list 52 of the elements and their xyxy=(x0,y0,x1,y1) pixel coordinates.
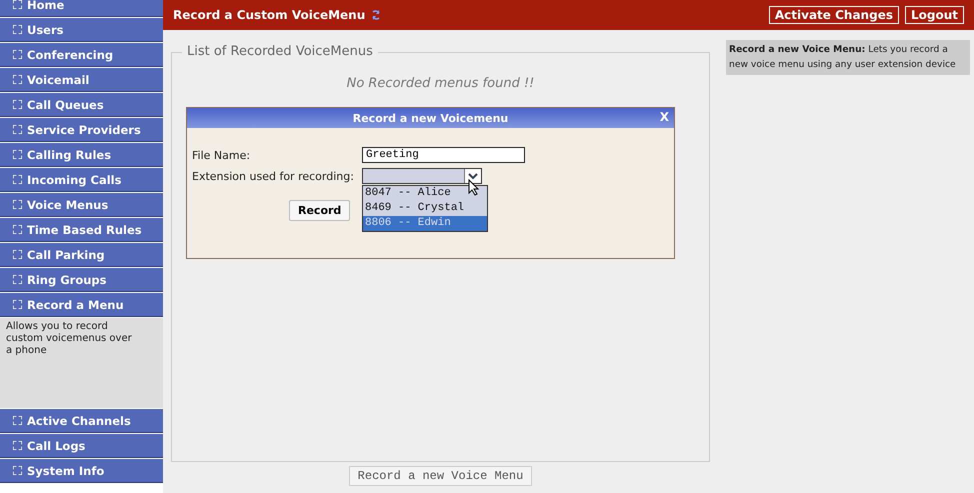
field-label: File Name: xyxy=(192,148,252,162)
bracket-icon xyxy=(13,225,22,234)
empty-message: No Recorded menus found !! xyxy=(346,76,536,91)
menu-description: Allows you to record custom voicemenus over a phone xyxy=(0,318,163,408)
dropdown-option[interactable]: 8047 -- Alice xyxy=(363,186,487,201)
sidebar-item[interactable]: Ring Groups xyxy=(0,268,163,292)
bracket-icon xyxy=(13,0,22,9)
record-button[interactable]: Record xyxy=(289,200,350,221)
refresh-icon xyxy=(371,9,382,21)
sidebar-item[interactable]: Call Queues xyxy=(0,93,163,117)
sidebar-item[interactable]: System Info xyxy=(0,459,163,483)
bracket-icon xyxy=(13,75,22,84)
bracket-icon xyxy=(13,416,22,425)
bracket-icon xyxy=(13,175,22,184)
sidebar-item[interactable]: Time Based Rules xyxy=(0,218,163,242)
dropdown-option[interactable]: 8806 -- Edwin xyxy=(363,216,487,231)
sidebar-item[interactable]: Call Parking xyxy=(0,243,163,267)
bracket-icon xyxy=(13,25,22,34)
new-menu-button[interactable]: Record a new Voice Menu xyxy=(348,466,532,486)
sidebar-item[interactable]: Incoming Calls xyxy=(0,168,163,192)
close-button[interactable]: X xyxy=(660,110,669,124)
bracket-icon xyxy=(13,150,22,159)
bracket-icon xyxy=(13,250,22,259)
bracket-icon xyxy=(13,466,22,475)
extension-select[interactable] xyxy=(362,168,482,184)
dropdown-option[interactable]: 8469 -- Crystal xyxy=(363,201,487,216)
sidebar-item[interactable]: Call Logs xyxy=(0,434,163,458)
sidebar-item[interactable]: Calling Rules xyxy=(0,143,163,167)
sidebar-item[interactable]: Conferencing xyxy=(0,43,163,67)
bracket-icon xyxy=(13,275,22,284)
help-text: Record a new Voice Menu: Lets you record a new voice menu using any user extension device xyxy=(726,40,970,76)
sidebar-item[interactable]: Voice Menus xyxy=(0,193,163,217)
sidebar-item[interactable]: Home xyxy=(0,0,163,17)
cursor-icon xyxy=(468,179,480,196)
header-button[interactable]: Logout xyxy=(904,6,964,24)
header-button[interactable]: Activate Changes xyxy=(768,6,899,24)
field-label: Extension used for recording: xyxy=(192,170,355,182)
sidebar-item[interactable]: Users xyxy=(0,18,163,42)
bracket-icon xyxy=(13,50,22,59)
sidebar-item[interactable]: Active Channels xyxy=(0,409,163,433)
bracket-icon xyxy=(13,100,22,109)
bracket-icon xyxy=(13,300,22,309)
bracket-icon xyxy=(13,441,22,450)
sidebar-item[interactable]: Record a Menu xyxy=(0,293,163,317)
page-title: Record a Custom VoiceMenu xyxy=(173,8,366,22)
file-name-field[interactable]: Greeting xyxy=(362,147,525,163)
caret-icon xyxy=(464,169,481,183)
bracket-icon xyxy=(13,125,22,134)
sidebar-item[interactable]: Voicemail xyxy=(0,68,163,92)
bracket-icon xyxy=(13,200,22,209)
dialog-title: Record a new Voicemenu xyxy=(352,112,508,124)
sidebar-item[interactable]: Service Providers xyxy=(0,118,163,142)
